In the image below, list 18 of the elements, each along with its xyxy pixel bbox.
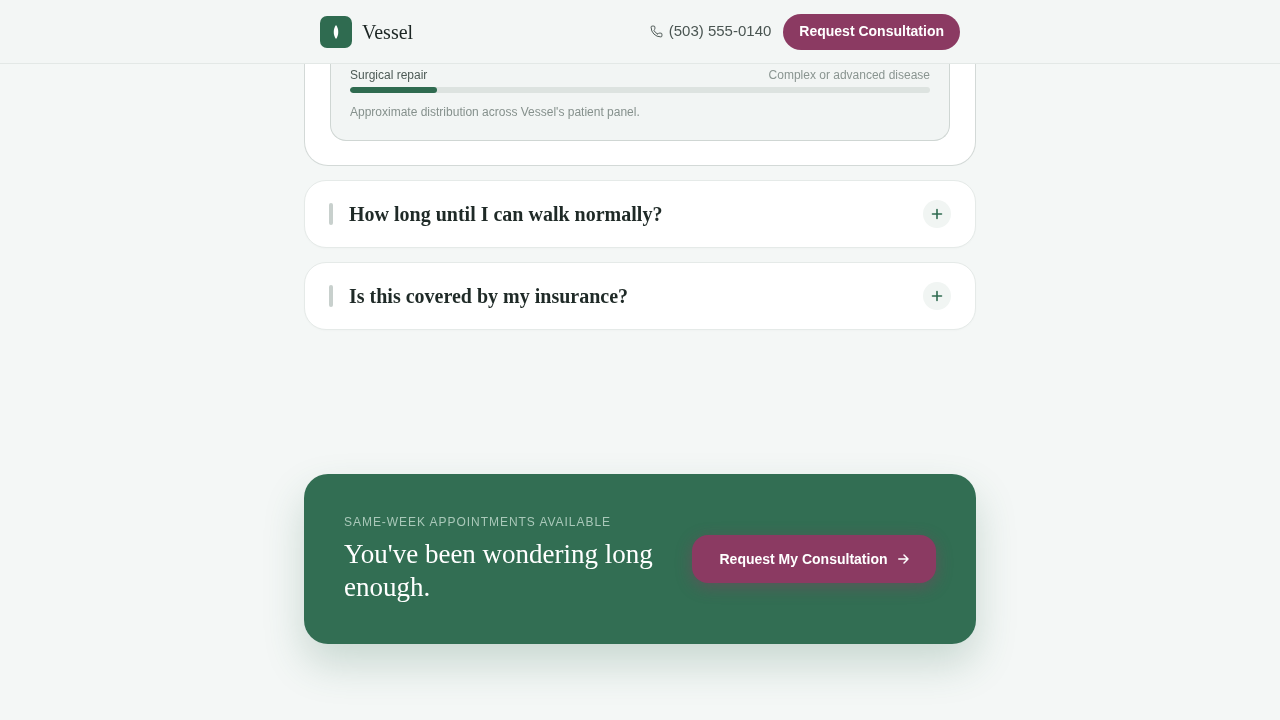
treatment-description: Complex or advanced disease — [768, 67, 930, 83]
faq-question: Is this covered by my insurance? — [349, 284, 630, 310]
phone-link[interactable]: (503) 555-0140 — [649, 20, 772, 43]
faq-item[interactable]: How long until I can walk normally? — [304, 180, 976, 248]
distribution-note: Approximate distribution across Vessel's patient panel. — [350, 104, 641, 120]
cta-eyebrow: SAME-WEEK APPOINTMENTS AVAILABLE — [344, 514, 612, 530]
phone-icon — [649, 25, 663, 38]
treatment-label: Surgical repair — [350, 67, 428, 83]
request-consultation-button[interactable]: Request Consultation — [783, 13, 960, 50]
faq-question: How long until I can walk normally? — [349, 202, 664, 228]
brand-name: Vessel — [362, 19, 414, 45]
accent-bar-icon — [329, 203, 333, 225]
accent-bar-icon — [329, 285, 333, 307]
arrow-right-icon — [897, 554, 909, 564]
cta-heading: You've been wondering long enough. — [344, 538, 654, 604]
logo-leaf-icon — [320, 15, 352, 48]
faq-item[interactable]: Is this covered by my insurance? — [304, 262, 976, 330]
request-my-consultation-button[interactable]: Request My Consultation — [692, 535, 936, 583]
